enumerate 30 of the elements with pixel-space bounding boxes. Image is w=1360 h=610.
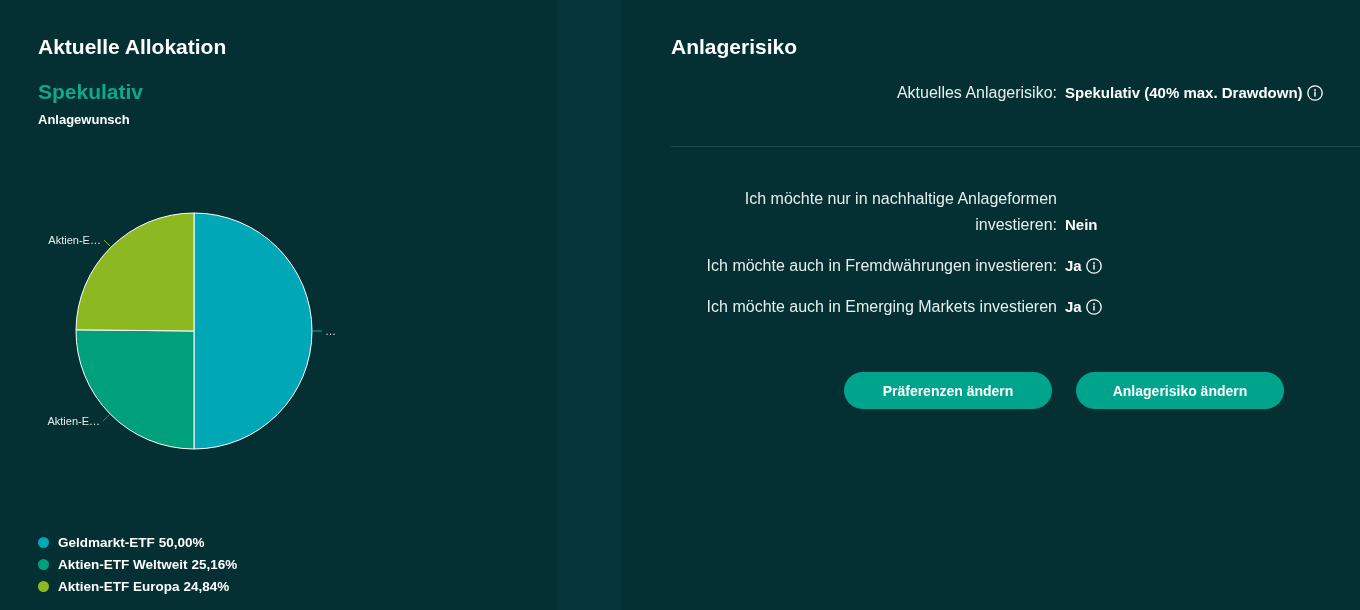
legend-value: 24,84% bbox=[183, 578, 230, 594]
legend-value: 25,16% bbox=[191, 556, 238, 572]
legend-label: Geldmarkt-ETF bbox=[58, 534, 155, 550]
info-icon[interactable] bbox=[1306, 85, 1323, 101]
change-button[interactable]: Anlagerisiko ändern bbox=[1076, 372, 1284, 409]
info-icon[interactable] bbox=[1085, 258, 1102, 274]
section-title: Anlagerisiko bbox=[671, 34, 798, 60]
legend-value: 50,00% bbox=[158, 534, 205, 550]
pie-slice[interactable] bbox=[193, 212, 313, 450]
info-icon[interactable] bbox=[1085, 299, 1102, 315]
preference-label: Ich möchte auch in Emerging Markets investieren bbox=[706, 297, 1057, 317]
leader-line bbox=[103, 239, 111, 247]
preference-value: Ja bbox=[1065, 297, 1082, 317]
leader-line bbox=[312, 330, 323, 332]
preference-label: Ich möchte auch in Fremdwährungen investieren: bbox=[706, 256, 1057, 276]
risk-profile-name: Spekulativ bbox=[38, 79, 144, 105]
change-button[interactable]: Präferenzen ändern bbox=[844, 372, 1052, 409]
profile-caption: Anlagewunsch bbox=[38, 111, 130, 129]
legend-label: Aktien-ETF Weltweit bbox=[58, 556, 188, 572]
preference-value: Ja bbox=[1065, 256, 1082, 276]
slice-label: Aktien-E… bbox=[47, 415, 101, 428]
preference-value: Nein bbox=[1065, 215, 1098, 235]
section-title: Aktuelle Allokation bbox=[38, 34, 227, 60]
leader-line bbox=[102, 414, 110, 422]
slice-label: … bbox=[325, 325, 336, 337]
slice-label: Aktien-E… bbox=[48, 234, 101, 247]
legend-label: Aktien-ETF Europa bbox=[58, 578, 180, 594]
risk-value: Spekulativ (40% max. Drawdown) bbox=[1065, 83, 1303, 103]
risk-label: Aktuelles Anlagerisiko: bbox=[896, 83, 1057, 103]
preference-label: Ich möchte nur in nachhaltige Anlageformen investieren: bbox=[743, 189, 1057, 235]
